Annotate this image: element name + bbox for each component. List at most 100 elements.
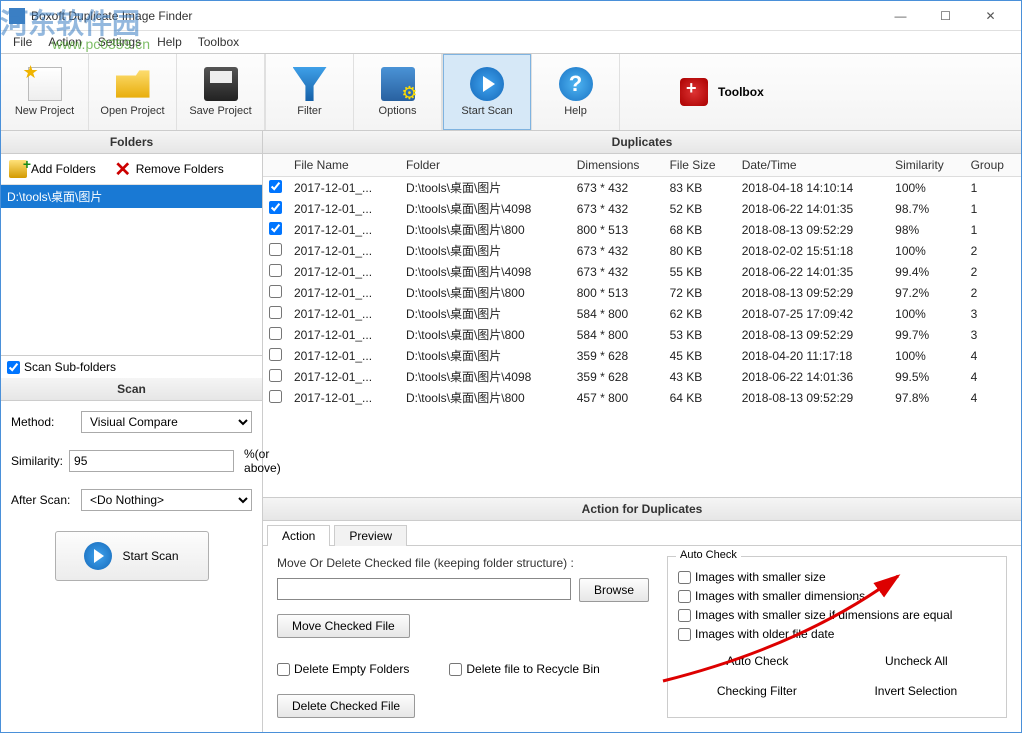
- row-checkbox[interactable]: [269, 285, 282, 298]
- folder-item[interactable]: D:\tools\桌面\图片: [1, 185, 262, 208]
- cell-group: 2: [965, 282, 1021, 303]
- cell-date: 2018-04-18 14:10:14: [736, 177, 889, 199]
- auto-older-date-checkbox[interactable]: [678, 628, 691, 641]
- cell-size: 45 KB: [664, 345, 736, 366]
- table-row[interactable]: 2017-12-01_... D:\tools\桌面\图片 673 * 432 …: [263, 240, 1021, 261]
- table-row[interactable]: 2017-12-01_... D:\tools\桌面\图片\4098 673 *…: [263, 198, 1021, 219]
- new-project-button[interactable]: New Project: [1, 54, 89, 130]
- cell-sim: 99.7%: [889, 324, 964, 345]
- row-checkbox[interactable]: [269, 201, 282, 214]
- destination-path-input[interactable]: [277, 578, 571, 600]
- col-size[interactable]: File Size: [664, 154, 736, 177]
- table-row[interactable]: 2017-12-01_... D:\tools\桌面\图片\4098 673 *…: [263, 261, 1021, 282]
- row-checkbox[interactable]: [269, 264, 282, 277]
- cell-folder: D:\tools\桌面\图片: [400, 345, 571, 366]
- start-scan-main-button[interactable]: Start Scan: [55, 531, 209, 581]
- cell-folder: D:\tools\桌面\图片\800: [400, 219, 571, 240]
- maximize-button[interactable]: ☐: [923, 2, 968, 30]
- filter-button[interactable]: Filter: [266, 54, 354, 130]
- row-checkbox[interactable]: [269, 369, 282, 382]
- delete-recycle-checkbox[interactable]: [449, 663, 462, 676]
- delete-empty-checkbox[interactable]: [277, 663, 290, 676]
- col-sim[interactable]: Similarity: [889, 154, 964, 177]
- cell-sim: 98.7%: [889, 198, 964, 219]
- cell-sim: 99.4%: [889, 261, 964, 282]
- row-checkbox[interactable]: [269, 348, 282, 361]
- cell-file: 2017-12-01_...: [288, 261, 400, 282]
- after-scan-label: After Scan:: [11, 493, 75, 507]
- browse-button[interactable]: Browse: [579, 578, 649, 602]
- start-scan-main-label: Start Scan: [122, 549, 178, 563]
- start-scan-button[interactable]: Start Scan: [443, 54, 531, 130]
- open-project-button[interactable]: Open Project: [89, 54, 177, 130]
- move-checked-button[interactable]: Move Checked File: [277, 614, 410, 638]
- table-row[interactable]: 2017-12-01_... D:\tools\桌面\图片 673 * 432 …: [263, 177, 1021, 199]
- table-row[interactable]: 2017-12-01_... D:\tools\桌面\图片\4098 359 *…: [263, 366, 1021, 387]
- close-button[interactable]: ✕: [968, 2, 1013, 30]
- col-date[interactable]: Date/Time: [736, 154, 889, 177]
- table-row[interactable]: 2017-12-01_... D:\tools\桌面\图片\800 584 * …: [263, 324, 1021, 345]
- cell-size: 62 KB: [664, 303, 736, 324]
- cell-folder: D:\tools\桌面\图片\4098: [400, 261, 571, 282]
- row-checkbox[interactable]: [269, 306, 282, 319]
- tab-preview[interactable]: Preview: [334, 525, 407, 546]
- auto-smaller-dim-checkbox[interactable]: [678, 590, 691, 603]
- menu-help[interactable]: Help: [151, 33, 188, 51]
- table-row[interactable]: 2017-12-01_... D:\tools\桌面\图片\800 800 * …: [263, 219, 1021, 240]
- row-checkbox[interactable]: [269, 243, 282, 256]
- options-button[interactable]: Options: [354, 54, 442, 130]
- cell-file: 2017-12-01_...: [288, 219, 400, 240]
- auto-smaller-if-checkbox[interactable]: [678, 609, 691, 622]
- row-checkbox[interactable]: [269, 180, 282, 193]
- table-row[interactable]: 2017-12-01_... D:\tools\桌面\图片\800 800 * …: [263, 282, 1021, 303]
- cell-date: 2018-08-13 09:52:29: [736, 282, 889, 303]
- move-or-delete-label: Move Or Delete Checked file (keeping fol…: [277, 556, 649, 570]
- cell-size: 80 KB: [664, 240, 736, 261]
- minimize-button[interactable]: —: [878, 2, 923, 30]
- row-checkbox[interactable]: [269, 327, 282, 340]
- menu-file[interactable]: File: [7, 33, 38, 51]
- menu-settings[interactable]: Settings: [92, 33, 147, 51]
- cell-group: 4: [965, 366, 1021, 387]
- table-row[interactable]: 2017-12-01_... D:\tools\桌面\图片\800 457 * …: [263, 387, 1021, 408]
- cell-group: 2: [965, 240, 1021, 261]
- scan-subfolders-checkbox[interactable]: [7, 361, 20, 374]
- save-project-button[interactable]: Save Project: [177, 54, 265, 130]
- toolbox-button[interactable]: Toolbox: [620, 54, 764, 130]
- help-button[interactable]: ?Help: [532, 54, 620, 130]
- auto-smaller-size-checkbox[interactable]: [678, 571, 691, 584]
- window-title: Boxoft Duplicate Image Finder: [31, 9, 878, 23]
- duplicates-table[interactable]: File Name Folder Dimensions File Size Da…: [263, 154, 1021, 497]
- new-project-label: New Project: [15, 105, 74, 117]
- folder-list[interactable]: D:\tools\桌面\图片: [1, 185, 262, 355]
- col-file[interactable]: File Name: [288, 154, 400, 177]
- col-group[interactable]: Group: [965, 154, 1021, 177]
- filter-icon: [293, 67, 327, 101]
- table-row[interactable]: 2017-12-01_... D:\tools\桌面\图片 584 * 800 …: [263, 303, 1021, 324]
- method-select[interactable]: Visiual Compare: [81, 411, 252, 433]
- table-row[interactable]: 2017-12-01_... D:\tools\桌面\图片 359 * 628 …: [263, 345, 1021, 366]
- cell-file: 2017-12-01_...: [288, 324, 400, 345]
- auto-check-button[interactable]: Auto Check: [720, 651, 794, 671]
- col-folder[interactable]: Folder: [400, 154, 571, 177]
- delete-checked-button[interactable]: Delete Checked File: [277, 694, 415, 718]
- remove-folders-label: Remove Folders: [136, 162, 224, 176]
- row-checkbox[interactable]: [269, 222, 282, 235]
- add-folders-button[interactable]: Add Folders: [9, 160, 96, 178]
- start-scan-icon: [470, 67, 504, 101]
- checking-filter-button[interactable]: Checking Filter: [711, 681, 803, 701]
- cell-group: 2: [965, 261, 1021, 282]
- after-scan-select[interactable]: <Do Nothing>: [81, 489, 252, 511]
- invert-selection-button[interactable]: Invert Selection: [868, 681, 963, 701]
- cell-file: 2017-12-01_...: [288, 345, 400, 366]
- cell-dim: 673 * 432: [571, 261, 664, 282]
- tab-action[interactable]: Action: [267, 525, 330, 546]
- menu-toolbox[interactable]: Toolbox: [192, 33, 245, 51]
- remove-folders-button[interactable]: ✕Remove Folders: [114, 160, 224, 178]
- uncheck-all-button[interactable]: Uncheck All: [879, 651, 954, 671]
- menu-action[interactable]: Action: [42, 33, 87, 51]
- similarity-input[interactable]: [69, 450, 234, 472]
- col-dim[interactable]: Dimensions: [571, 154, 664, 177]
- app-icon: [9, 8, 25, 24]
- row-checkbox[interactable]: [269, 390, 282, 403]
